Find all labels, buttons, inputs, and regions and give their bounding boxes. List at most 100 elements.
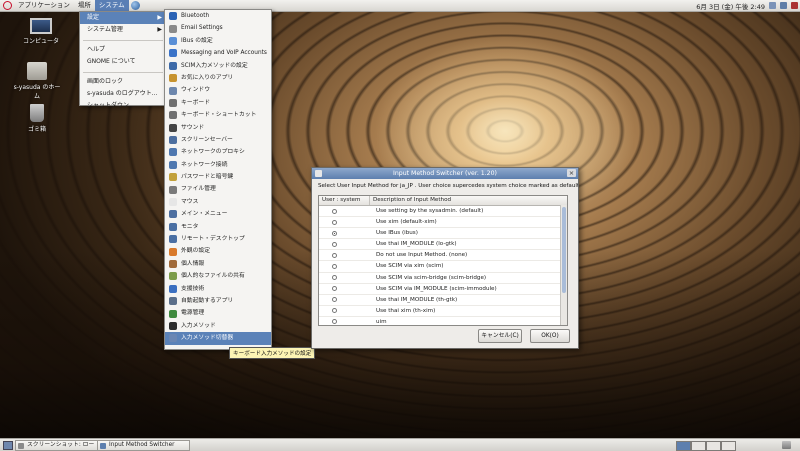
list-row[interactable]: uim — [319, 317, 567, 325]
menu-item-pref-26[interactable]: 入力メソッド切替器 — [165, 332, 271, 345]
menu-item-pref-19[interactable]: 外観の設定 — [165, 245, 271, 257]
keyboard-shortcut-icon — [169, 111, 177, 120]
dialog-titlebar[interactable]: Input Method Switcher (ver. 1.20) × — [312, 168, 578, 179]
volume-icon[interactable] — [769, 2, 776, 9]
clock[interactable]: 6月 3日 (金) 午後 2:49 — [696, 1, 765, 11]
list-row[interactable]: Use SCIM via scim-bridge (scim-bridge) — [319, 273, 567, 284]
menu-item-pref-11[interactable]: ネットワークのプロキシ — [165, 146, 271, 158]
list-row-description: Use SCIM via xim (scim) — [376, 263, 444, 270]
system-menu[interactable]: システム — [94, 0, 129, 11]
debian-logo-icon[interactable] — [3, 1, 12, 10]
desktop-icon-home[interactable]: s-yasuda のホーム — [12, 62, 62, 100]
menu-item-pref-25[interactable]: 入力メソッド — [165, 320, 271, 332]
ok-button[interactable]: OK(O) — [530, 329, 570, 343]
menu-item-pref-15[interactable]: マウス — [165, 196, 271, 208]
list-row[interactable]: Use thai IM_MODULE (lo-gtk) — [319, 239, 567, 251]
menu-item-shutdown[interactable]: シャットダウン... — [80, 100, 166, 112]
show-desktop-icon[interactable] — [3, 441, 13, 450]
radio-button[interactable] — [332, 286, 337, 292]
list-row[interactable]: Use SCIM via IM_MODULE (scim-immodule) — [319, 284, 567, 295]
menu-item-pref-1[interactable]: Email Settings — [165, 22, 271, 34]
menu-item-label: モニタ — [181, 223, 199, 230]
scrollbar-thumb[interactable] — [562, 207, 566, 293]
menu-item-preferences[interactable]: 設定 ▶ — [80, 12, 166, 25]
dialog-description: Select User Input Method for ja_JP . Use… — [318, 183, 578, 189]
menu-item-label: IBus の設定 — [181, 37, 213, 44]
radio-button[interactable] — [332, 252, 337, 258]
radio-button[interactable] — [332, 219, 337, 225]
menu-item-label: メイン・メニュー — [181, 211, 228, 218]
menu-item-pref-20[interactable]: 個人情報 — [165, 258, 271, 270]
menu-item-pref-5[interactable]: お気に入りのアプリ — [165, 72, 271, 84]
menu-item-pref-17[interactable]: モニタ — [165, 221, 271, 233]
menu-item-pref-16[interactable]: メイン・メニュー — [165, 208, 271, 220]
menu-item-pref-7[interactable]: キーボード — [165, 97, 271, 109]
list-row[interactable]: Use thai IM_MODULE (th-gtk) — [319, 295, 567, 306]
menu-item-administration[interactable]: システム管理 ▶ — [80, 24, 166, 36]
shutdown-icon[interactable] — [791, 2, 798, 9]
menu-item-help[interactable]: ヘルプ — [80, 44, 166, 56]
list-scrollbar[interactable] — [560, 205, 567, 325]
list-row[interactable]: Use SCIM via xim (scim) — [319, 261, 567, 273]
cancel-button[interactable]: キャンセル(C) — [478, 329, 522, 343]
network-icon[interactable] — [780, 2, 787, 9]
menu-item-pref-22[interactable]: 支援技術 — [165, 283, 271, 295]
accessibility-icon — [169, 284, 177, 293]
menu-item-pref-4[interactable]: SCIM入力メソッドの設定 — [165, 60, 271, 72]
menu-item-pref-13[interactable]: パスワードと暗号鍵 — [165, 171, 271, 183]
radio-button[interactable] — [332, 308, 337, 314]
radio-button[interactable] — [332, 208, 337, 214]
menu-item-pref-3[interactable]: Messaging and VoIP Accounts — [165, 47, 271, 59]
menu-item-pref-6[interactable]: ウィンドウ — [165, 84, 271, 96]
menu-item-label: 設定 — [87, 14, 100, 21]
desktop-icon-trash[interactable]: ゴミ箱 — [12, 104, 62, 133]
radio-button[interactable] — [332, 319, 337, 325]
taskbar-item-input-method-switcher[interactable]: Input Method Switcher — [97, 440, 190, 451]
menu-item-pref-18[interactable]: リモート・デスクトップ — [165, 233, 271, 245]
radio-button[interactable] — [332, 297, 337, 303]
menu-item-pref-9[interactable]: サウンド — [165, 122, 271, 134]
menu-item-pref-24[interactable]: 電源管理 — [165, 307, 271, 319]
favorites-icon — [169, 74, 177, 83]
list-row-description: Use thai xim (th-xim) — [376, 307, 436, 314]
applications-menu[interactable]: アプリケーション — [14, 0, 74, 11]
close-icon[interactable]: × — [567, 169, 576, 177]
list-row[interactable]: Use xim (default-xim) — [319, 217, 567, 229]
menu-item-pref-12[interactable]: ネットワーク接続 — [165, 159, 271, 171]
sound-icon — [169, 123, 177, 132]
menu-item-pref-10[interactable]: スクリーンセーバー — [165, 134, 271, 146]
menu-tooltip: キーボード入力メソッドの設定 — [229, 347, 316, 359]
list-row-description: uim — [376, 318, 387, 325]
menu-item-pref-0[interactable]: Bluetooth — [165, 10, 271, 22]
startup-apps-icon — [169, 297, 177, 306]
taskbar-item-screenshot[interactable]: スクリーンショット: ロー — [15, 440, 108, 451]
radio-button[interactable] — [332, 264, 337, 270]
menu-item-label: システム管理 — [87, 26, 123, 34]
menu-item-about-gnome[interactable]: GNOME について — [80, 56, 166, 68]
menu-item-pref-14[interactable]: ファイル管理 — [165, 183, 271, 195]
list-row[interactable]: Use IBus (ibus) — [319, 228, 567, 240]
remote-desktop-icon — [169, 235, 177, 244]
column-header-user-system[interactable]: User : system — [319, 196, 370, 205]
menu-item-pref-21[interactable]: 個人的なファイルの共有 — [165, 270, 271, 282]
web-browser-launcher-icon[interactable] — [130, 1, 140, 10]
screensaver-icon — [169, 136, 177, 145]
radio-button[interactable] — [332, 275, 337, 281]
menu-item-pref-8[interactable]: キーボード・ショートカット — [165, 109, 271, 121]
radio-button[interactable] — [332, 241, 337, 247]
list-row[interactable]: Do not use Input Method. (none) — [319, 250, 567, 262]
menu-item-lock-screen[interactable]: 画面のロック — [80, 76, 166, 88]
menu-item-pref-2[interactable]: IBus の設定 — [165, 35, 271, 47]
input-method-list: User : system Description of Input Metho… — [318, 195, 568, 326]
dialog-app-icon — [100, 442, 106, 449]
list-row[interactable]: Use setting by the sysadmin. (default) — [319, 206, 567, 218]
radio-button-selected[interactable] — [332, 230, 337, 236]
places-menu[interactable]: 場所 — [74, 0, 95, 11]
trash-applet-icon[interactable] — [782, 441, 791, 449]
list-row[interactable]: Use thai xim (th-xim) — [319, 306, 567, 317]
menu-item-label: ネットワーク接続 — [181, 161, 228, 168]
menu-item-logout[interactable]: s-yasuda のログアウト... — [80, 88, 166, 100]
menu-item-pref-23[interactable]: 自動起動するアプリ — [165, 295, 271, 307]
desktop-icon-computer[interactable]: コンピュータ — [16, 18, 66, 45]
column-header-description[interactable]: Description of Input Method — [370, 196, 451, 205]
